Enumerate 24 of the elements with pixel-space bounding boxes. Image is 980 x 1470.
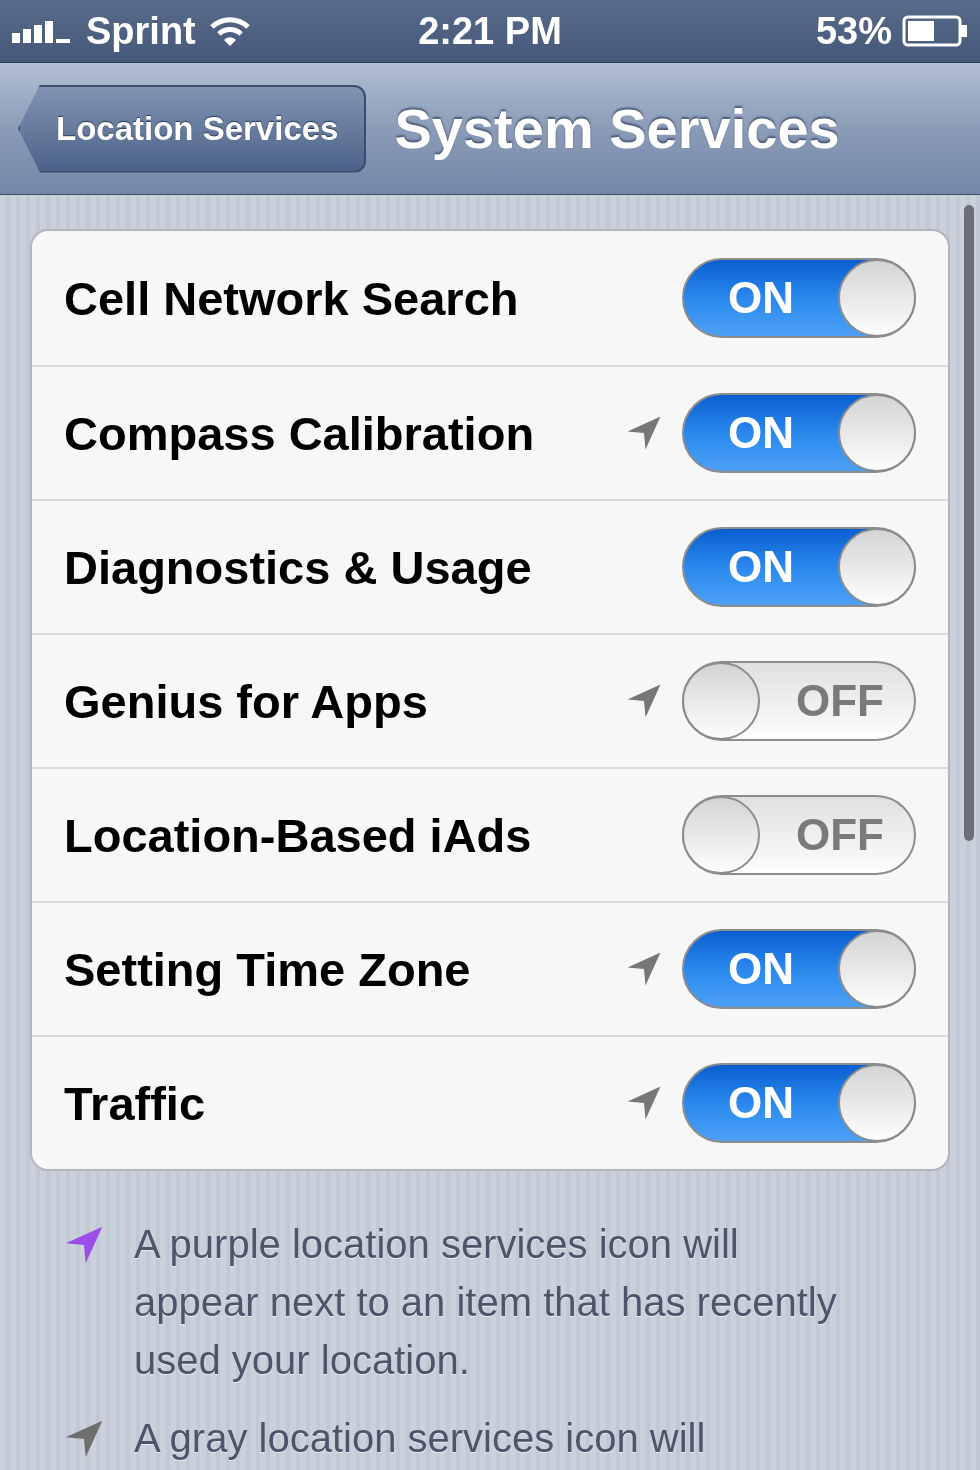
signal-icon [12,19,72,43]
setting-label: Compass Calibration [64,405,536,461]
toggle-switch[interactable]: OFF [682,661,916,741]
setting-label: Cell Network Search [64,270,520,326]
nav-title: System Services [394,96,840,161]
toggle-switch[interactable]: ON [682,258,916,338]
setting-label: Genius for Apps [64,673,429,729]
note-text: A purple location services icon will appear next to an item that has recently used your location. [134,1221,838,1384]
setting-label: Setting Time Zone [64,941,472,997]
carrier-name: Sprint [86,9,196,53]
toggle-switch[interactable]: ON [682,527,916,607]
setting-label: Diagnostics & Usage [64,539,533,595]
setting-label: Traffic [64,1075,207,1131]
battery-icon [902,15,968,47]
setting-label: Location-Based iAds [64,807,533,863]
battery-percent: 53% [815,9,892,53]
toggle-switch[interactable]: ON [682,393,916,473]
wifi-icon [209,15,250,47]
toggle-switch[interactable]: ON [682,929,916,1009]
toggle-switch[interactable]: OFF [682,795,916,875]
toggle-switch[interactable]: ON [682,1063,916,1143]
back-button[interactable]: Location Services [18,84,367,173]
note-text: A gray location services icon will [134,1415,706,1462]
status-time: 2:21 PM [418,9,562,53]
